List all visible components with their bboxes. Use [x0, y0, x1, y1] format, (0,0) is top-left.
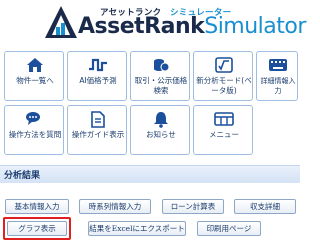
- main-menu: 物件一覧へ AI価格予測 取引・公示価格検索 新分析モード(ベータ版) 詳細情報…: [0, 0, 300, 160]
- menu-tile-label: 詳細情報入力: [260, 77, 296, 95]
- menu-tile-property-list[interactable]: 物件一覧へ: [4, 51, 64, 101]
- waveform-icon: [68, 57, 128, 75]
- basic-info-input-button[interactable]: 基本情報入力: [5, 199, 69, 214]
- menu-tile-transaction-search[interactable]: 取引・公示価格検索: [130, 51, 190, 101]
- menu-tile-menu[interactable]: メニュー: [193, 105, 253, 155]
- menu-tile-label: お知らせ: [146, 130, 176, 139]
- section-title: 分析結果: [4, 171, 41, 181]
- menu-tile-label: 物件一覧へ: [16, 76, 54, 85]
- menu-tile-ai-price[interactable]: AI価格予測: [67, 51, 127, 101]
- print-page-button[interactable]: 印刷用ページ: [197, 221, 261, 236]
- menu-tile-label: 取引・公示価格検索: [134, 76, 188, 95]
- loan-table-button[interactable]: ローン計算表: [162, 199, 224, 214]
- income-detail-button[interactable]: 収支詳細: [234, 199, 296, 214]
- graph-display-button[interactable]: グラフ表示: [7, 221, 67, 236]
- menu-tile-operation-guide[interactable]: 操作ガイド表示: [67, 105, 127, 155]
- home-icon: [5, 57, 65, 75]
- bell-icon: [131, 111, 191, 129]
- menu-tile-label: 新分析モード(ベータ版): [196, 76, 252, 95]
- export-excel-button[interactable]: 結果をExcelにエクスポート: [88, 221, 186, 236]
- menu-tile-ask-how-to[interactable]: 操作方法を質問: [4, 105, 64, 155]
- grid-menu-icon: [194, 111, 254, 129]
- menu-tile-detail-input[interactable]: 詳細情報入力: [256, 51, 298, 101]
- menu-tile-label: AI価格予測: [79, 76, 117, 85]
- chat-bubbles-icon: [5, 111, 65, 129]
- menu-tile-notices[interactable]: お知らせ: [130, 105, 190, 155]
- menu-tile-label: 操作方法を質問: [8, 130, 62, 139]
- coins-icon: [131, 57, 191, 75]
- menu-tile-new-analysis-beta[interactable]: 新分析モード(ベータ版): [193, 51, 253, 101]
- menu-tile-label: メニュー: [209, 130, 239, 139]
- document-icon: [68, 111, 128, 129]
- sqrt-formula-icon: [194, 57, 254, 75]
- analysis-section-header: 分析結果: [0, 165, 300, 183]
- menu-tile-label: 操作ガイド表示: [71, 130, 125, 139]
- timeseries-info-input-button[interactable]: 時系列情報入力: [79, 199, 151, 214]
- keyboard-icon: [257, 57, 299, 75]
